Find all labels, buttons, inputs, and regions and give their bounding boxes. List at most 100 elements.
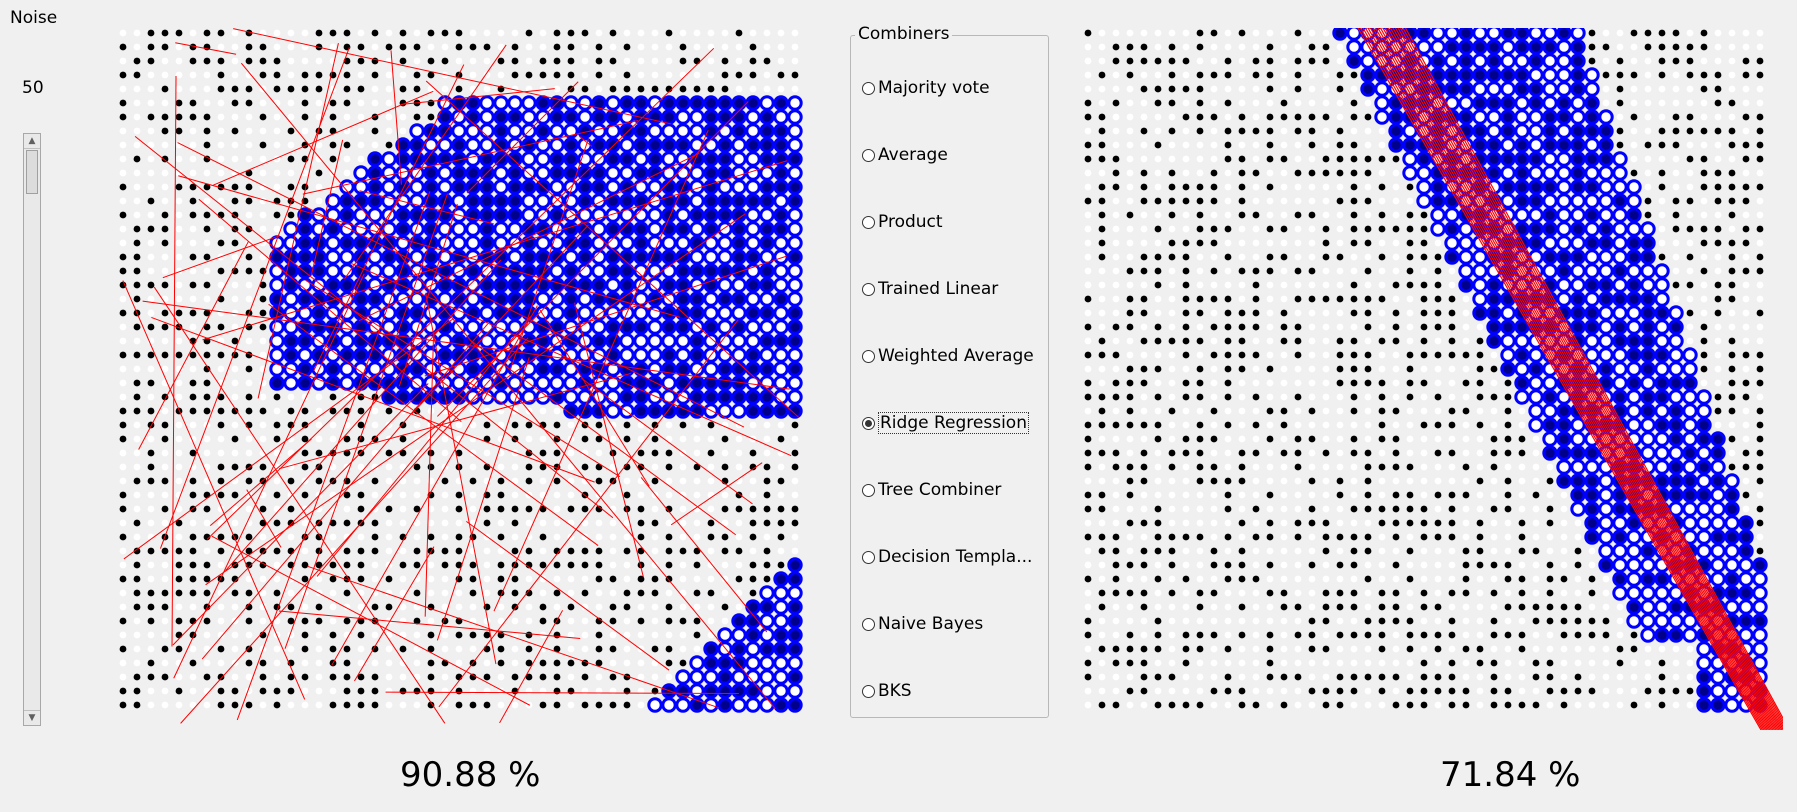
data-point <box>259 533 267 541</box>
data-point <box>1336 435 1344 443</box>
data-point <box>553 491 561 499</box>
data-point <box>1266 603 1274 611</box>
data-point <box>413 673 421 681</box>
combiner-option[interactable]: Tree Combiner <box>862 478 1001 502</box>
data-point <box>371 407 379 415</box>
region-point <box>1696 487 1712 503</box>
data-point <box>189 491 197 499</box>
radio-button-icon[interactable] <box>862 215 875 229</box>
combiner-option[interactable]: Product <box>862 210 943 234</box>
data-point <box>1616 645 1624 653</box>
data-point <box>1266 449 1274 457</box>
region-point <box>647 333 663 349</box>
data-point <box>1322 407 1330 415</box>
region-point <box>731 179 747 195</box>
data-point <box>749 421 757 429</box>
combiner-option[interactable]: Weighted Average <box>862 344 1034 368</box>
noise-slider[interactable]: ▲ ▼ <box>23 133 41 726</box>
data-point <box>371 547 379 555</box>
region-point <box>381 179 397 195</box>
radio-button-icon[interactable] <box>862 550 875 564</box>
data-point <box>1630 631 1638 639</box>
data-point <box>1308 365 1316 373</box>
region-point <box>675 123 691 139</box>
region-point <box>1570 39 1586 55</box>
data-point <box>371 701 379 709</box>
data-point <box>1700 281 1708 289</box>
data-point <box>1252 323 1260 331</box>
radio-button-icon[interactable] <box>862 617 875 631</box>
data-point <box>1308 155 1316 163</box>
data-point <box>217 463 225 471</box>
region-point <box>787 193 803 209</box>
data-point <box>245 659 253 667</box>
data-point <box>1084 113 1092 121</box>
region-point <box>1542 123 1558 139</box>
combiner-option[interactable]: Ridge Regression <box>862 411 1029 435</box>
data-point <box>1182 645 1190 653</box>
data-point <box>1098 29 1106 37</box>
data-point <box>1490 407 1498 415</box>
data-point <box>1266 253 1274 261</box>
data-point <box>539 617 547 625</box>
region-point <box>1556 109 1572 125</box>
radio-button-icon[interactable] <box>862 684 875 698</box>
data-point <box>161 225 169 233</box>
data-point <box>1238 673 1246 681</box>
data-point <box>357 645 365 653</box>
data-point <box>1532 505 1540 513</box>
data-point <box>1266 365 1274 373</box>
data-point <box>1224 645 1232 653</box>
data-point <box>1322 281 1330 289</box>
region-point <box>1738 529 1754 545</box>
radio-button-icon[interactable] <box>862 148 875 162</box>
radio-button-icon[interactable] <box>862 483 875 497</box>
data-point <box>665 29 673 37</box>
radio-button-icon[interactable] <box>862 282 875 296</box>
data-point <box>1392 379 1400 387</box>
region-point <box>1570 417 1586 433</box>
data-point <box>1714 71 1722 79</box>
region-point <box>423 151 439 167</box>
combiner-option[interactable]: Average <box>862 143 948 167</box>
data-point <box>1364 225 1372 233</box>
data-point <box>749 85 757 93</box>
data-point <box>1364 99 1372 107</box>
radio-button-icon[interactable] <box>862 416 875 430</box>
slider-up-arrow-icon[interactable]: ▲ <box>24 134 40 149</box>
data-point <box>1434 701 1442 709</box>
region-point <box>1584 487 1600 503</box>
region-point <box>1556 221 1572 237</box>
region-point <box>507 109 523 125</box>
radio-button-icon[interactable] <box>862 81 875 95</box>
data-point <box>609 85 617 93</box>
data-point <box>1266 631 1274 639</box>
data-point <box>1700 29 1708 37</box>
data-point <box>1616 701 1624 709</box>
region-point <box>1556 123 1572 139</box>
data-point <box>1168 337 1176 345</box>
data-point <box>1378 561 1386 569</box>
data-point <box>1168 617 1176 625</box>
region-point <box>1360 39 1376 55</box>
slider-down-arrow-icon[interactable]: ▼ <box>24 710 40 725</box>
data-point <box>1756 99 1764 107</box>
data-point <box>231 701 239 709</box>
region-point <box>731 389 747 405</box>
combiner-option[interactable]: BKS <box>862 679 912 703</box>
combiner-option[interactable]: Decision Templa... <box>862 545 1032 569</box>
combiner-option[interactable]: Naive Bayes <box>862 612 983 636</box>
region-point <box>619 193 635 209</box>
data-point <box>1210 295 1218 303</box>
region-point <box>773 347 789 363</box>
data-point <box>1756 547 1764 555</box>
radio-button-icon[interactable] <box>862 349 875 363</box>
data-point <box>189 309 197 317</box>
data-point <box>189 547 197 555</box>
combiner-option[interactable]: Trained Linear <box>862 277 998 301</box>
combiner-option[interactable]: Majority vote <box>862 76 990 100</box>
data-point <box>1392 477 1400 485</box>
data-point <box>1196 225 1204 233</box>
slider-thumb[interactable] <box>26 150 38 194</box>
data-point <box>1238 225 1246 233</box>
